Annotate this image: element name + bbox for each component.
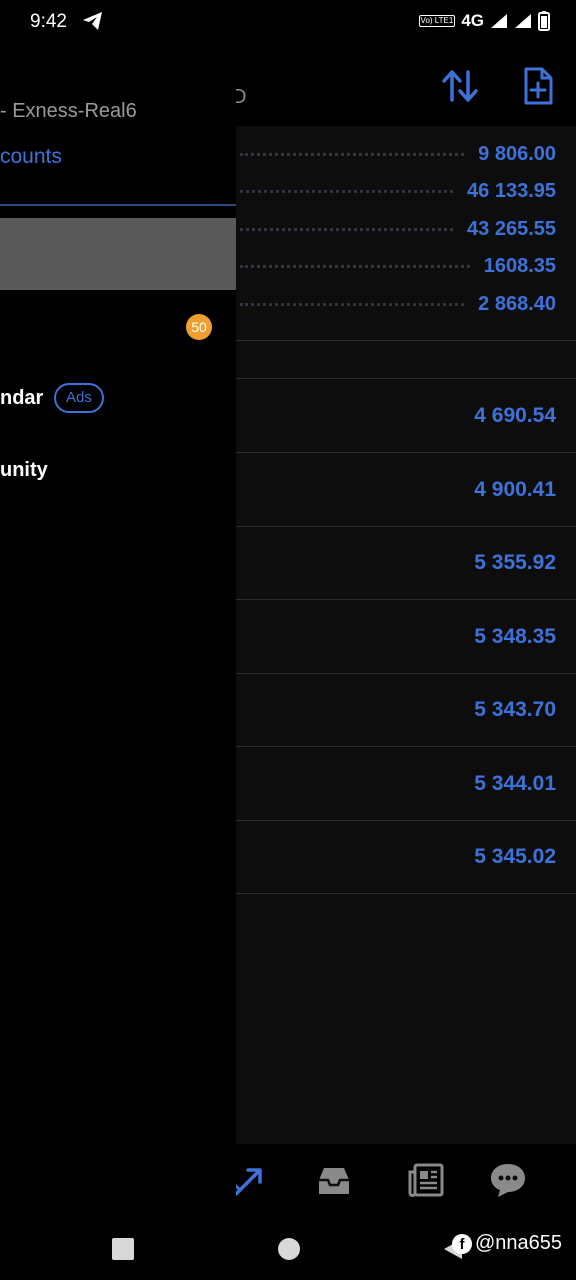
summary-row: 9 806.00 — [236, 136, 556, 172]
divider — [236, 746, 576, 747]
dotted-leader — [240, 189, 454, 193]
telegram-icon — [83, 12, 102, 30]
volte-indicator: Vo) LTE1 — [418, 15, 456, 27]
navigation-drawer: - Exness-Real6 counts 50 ndar Ads unity — [0, 44, 236, 1216]
drawer-item-selected[interactable] — [0, 218, 236, 290]
summary-row: 1608.35 — [236, 248, 556, 284]
deal-value[interactable]: 5 344.01 — [474, 772, 556, 796]
facebook-icon: f — [452, 1233, 472, 1254]
new-document-icon[interactable] — [518, 66, 558, 106]
deal-value[interactable]: 5 343.70 — [474, 698, 556, 722]
chat-icon[interactable] — [488, 1160, 528, 1200]
battery-icon — [538, 11, 550, 31]
recents-icon[interactable] — [112, 1238, 134, 1260]
summary-row: 2 868.40 — [236, 286, 556, 322]
summary-row: 43 265.55 — [236, 211, 556, 247]
dotted-leader — [240, 227, 454, 231]
drawer-item-calendar[interactable]: ndar — [0, 387, 43, 410]
watermark-text: @nna655 — [475, 1232, 563, 1254]
divider — [236, 340, 576, 341]
home-icon[interactable] — [278, 1238, 300, 1260]
manage-accounts-link[interactable]: counts — [0, 145, 62, 169]
dotted-leader — [240, 264, 470, 268]
deal-value[interactable]: 4 690.54 — [474, 404, 556, 428]
summary-value: 1608.35 — [483, 254, 556, 277]
status-bar: 9:42 Vo) LTE1 4G — [0, 0, 576, 44]
dotted-leader — [240, 302, 465, 306]
system-nav-bar: f @nna655 — [0, 1216, 576, 1280]
status-icons: Vo) LTE1 4G — [418, 9, 550, 33]
ads-badge: Ads — [54, 383, 104, 413]
sort-icon[interactable] — [440, 66, 480, 106]
deal-value[interactable]: 5 345.02 — [474, 845, 556, 869]
divider — [236, 526, 576, 527]
status-time: 9:42 — [30, 11, 67, 32]
summary-value: 2 868.40 — [478, 292, 556, 315]
news-icon[interactable] — [406, 1160, 446, 1200]
notification-badge: 50 — [186, 314, 212, 340]
mailbox-icon[interactable] — [314, 1160, 354, 1200]
server-name: - Exness-Real6 — [0, 100, 137, 122]
summary-value: 46 133.95 — [467, 179, 556, 202]
network-type: 4G — [461, 11, 484, 30]
signal-icon — [491, 14, 507, 28]
divider — [236, 673, 576, 674]
summary-value: 9 806.00 — [478, 142, 556, 165]
summary-row: 46 133.95 — [236, 173, 556, 209]
divider — [236, 820, 576, 821]
divider — [236, 599, 576, 600]
divider — [236, 893, 576, 894]
summary-value: 43 265.55 — [467, 217, 556, 240]
deal-value[interactable]: 5 355.92 — [474, 551, 556, 575]
signal-icon — [515, 14, 531, 28]
drawer-divider — [0, 204, 236, 206]
watermark: f @nna655 — [452, 1232, 562, 1255]
deal-value[interactable]: 5 348.35 — [474, 625, 556, 649]
dotted-leader — [240, 152, 465, 156]
drawer-item-community[interactable]: unity — [0, 459, 48, 482]
divider — [236, 378, 576, 379]
deal-value[interactable]: 4 900.41 — [474, 478, 556, 502]
divider — [236, 452, 576, 453]
